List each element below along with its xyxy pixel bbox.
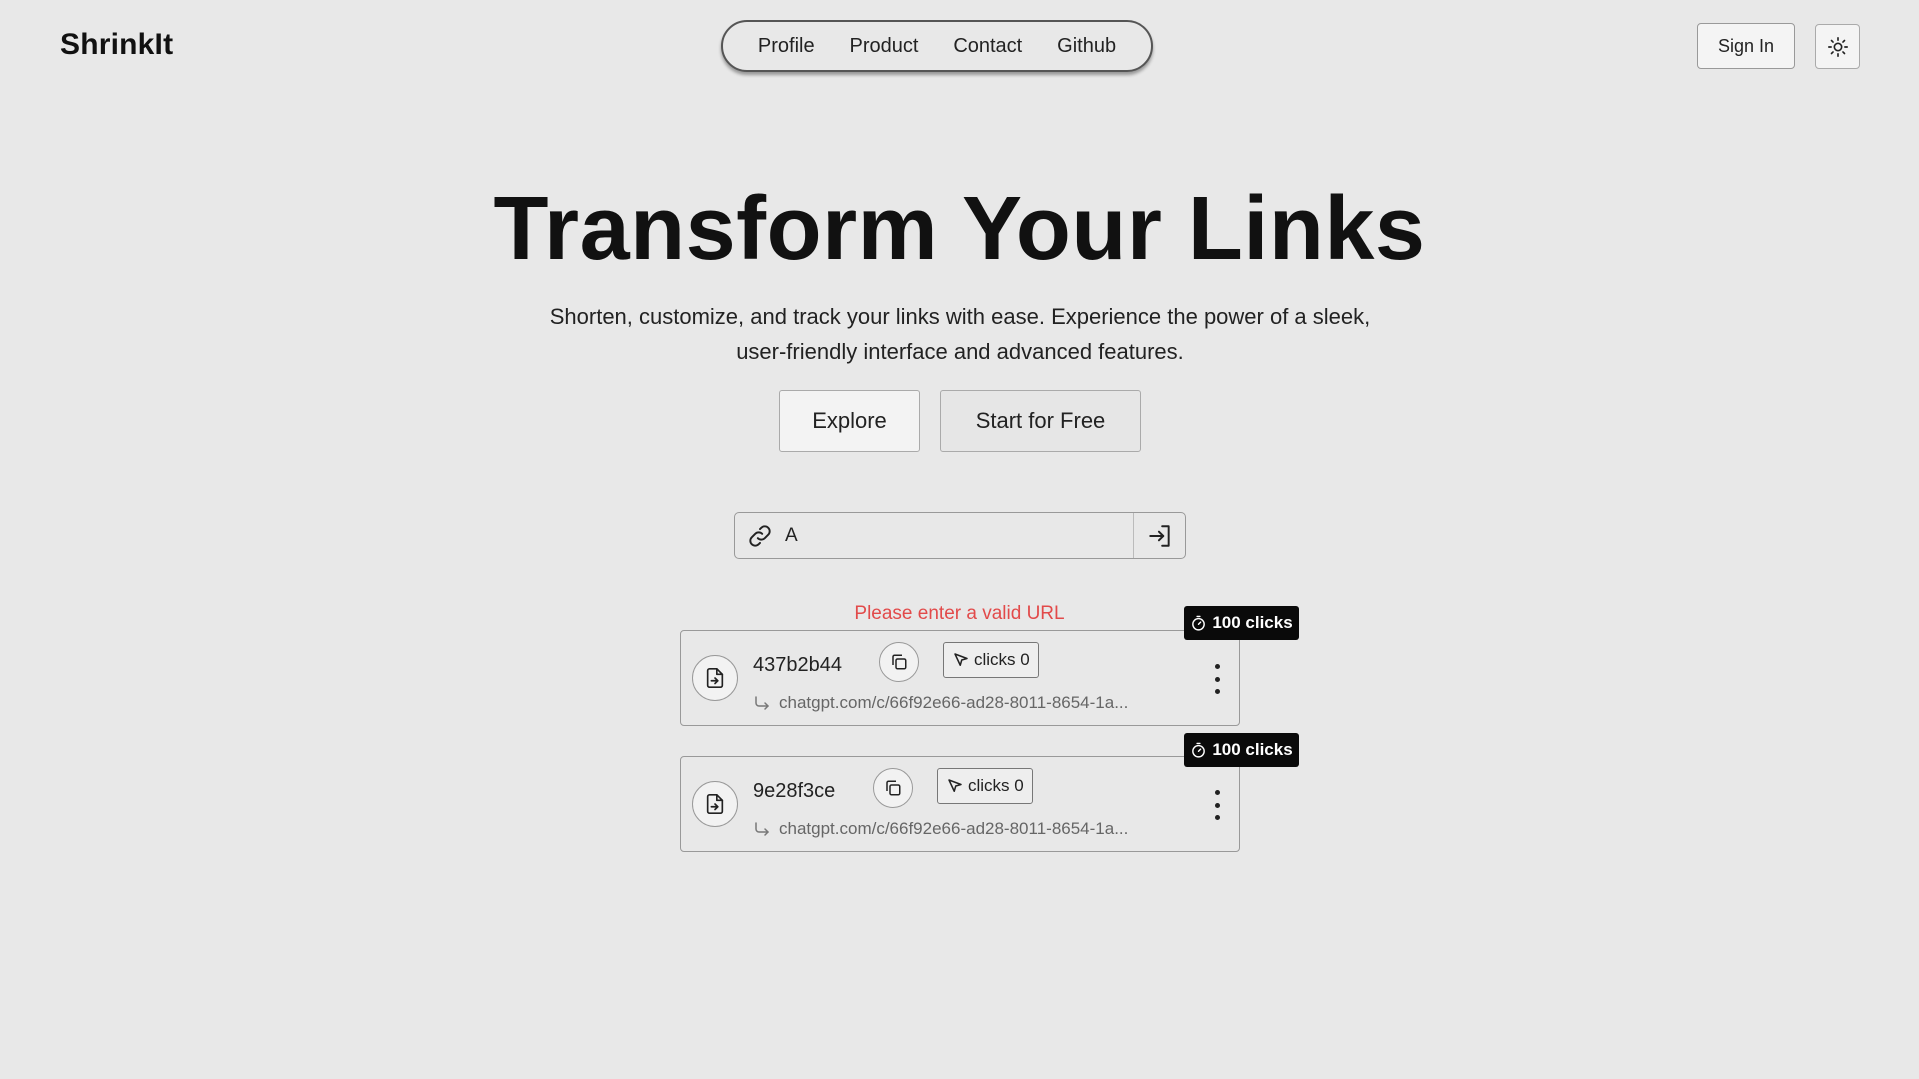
open-link-button[interactable] xyxy=(692,655,738,701)
sign-in-button[interactable]: Sign In xyxy=(1697,23,1795,69)
click-limit-badge: 100 clicks xyxy=(1184,606,1299,640)
url-input-group xyxy=(734,512,1186,559)
main-nav: Profile Product Contact Github xyxy=(721,20,1153,72)
click-limit-label: 100 clicks xyxy=(1212,740,1293,759)
nav-product[interactable]: Product xyxy=(849,35,918,58)
destination-url[interactable]: chatgpt.com/c/66f92e66-ad28-8011-8654-1a… xyxy=(753,819,1128,839)
click-limit-label: 100 clicks xyxy=(1212,613,1293,632)
click-count-badge: clicks 0 xyxy=(937,768,1033,804)
short-code[interactable]: 437b2b44 xyxy=(753,654,842,677)
timer-icon xyxy=(1192,742,1206,758)
click-count-label: clicks 0 xyxy=(968,776,1024,795)
short-code[interactable]: 9e28f3ce xyxy=(753,780,835,803)
open-link-button[interactable] xyxy=(692,781,738,827)
explore-button[interactable]: Explore xyxy=(779,390,920,452)
cursor-arrow-icon xyxy=(948,779,962,792)
link-card: 437b2b44 clicks 0 chatgpt.com/c/66f92e66… xyxy=(680,630,1240,726)
url-input[interactable] xyxy=(785,513,1133,558)
timer-icon xyxy=(1192,615,1206,631)
cursor-arrow-icon xyxy=(954,653,968,666)
click-count-badge: clicks 0 xyxy=(943,642,1039,678)
url-error-message: Please enter a valid URL xyxy=(854,603,1065,624)
destination-url[interactable]: chatgpt.com/c/66f92e66-ad28-8011-8654-1a… xyxy=(753,693,1128,713)
shorten-submit-button[interactable] xyxy=(1133,513,1185,558)
corner-down-right-icon xyxy=(755,696,769,710)
corner-down-right-icon xyxy=(755,822,769,836)
copy-button[interactable] xyxy=(879,642,919,682)
nav-github[interactable]: Github xyxy=(1057,35,1116,58)
more-options-icon[interactable] xyxy=(1209,790,1225,820)
click-count-label: clicks 0 xyxy=(974,650,1030,669)
hero-subtitle: Shorten, customize, and track your links… xyxy=(549,304,1371,364)
copy-button[interactable] xyxy=(873,768,913,808)
link-icon xyxy=(735,523,785,549)
click-limit-badge: 100 clicks xyxy=(1184,733,1299,767)
sun-icon xyxy=(1827,36,1848,57)
destination-url-text: chatgpt.com/c/66f92e66-ad28-8011-8654-1a… xyxy=(779,693,1129,712)
hero-title: Transform Your Links xyxy=(493,179,1426,279)
file-arrow-icon xyxy=(706,794,724,814)
link-card: 9e28f3ce clicks 0 chatgpt.com/c/66f92e66… xyxy=(680,756,1240,852)
destination-url-text: chatgpt.com/c/66f92e66-ad28-8011-8654-1a… xyxy=(779,819,1129,838)
brand-logo[interactable]: ShrinkIt xyxy=(60,28,173,62)
copy-icon xyxy=(886,780,901,796)
nav-profile[interactable]: Profile xyxy=(758,35,815,58)
start-for-free-button[interactable]: Start for Free xyxy=(940,390,1141,452)
nav-contact[interactable]: Contact xyxy=(953,35,1022,58)
theme-toggle-button[interactable] xyxy=(1815,24,1860,69)
copy-icon xyxy=(892,654,907,670)
sign-in-arrow-icon xyxy=(1148,524,1170,547)
more-options-icon[interactable] xyxy=(1209,664,1225,694)
file-arrow-icon xyxy=(706,668,724,688)
